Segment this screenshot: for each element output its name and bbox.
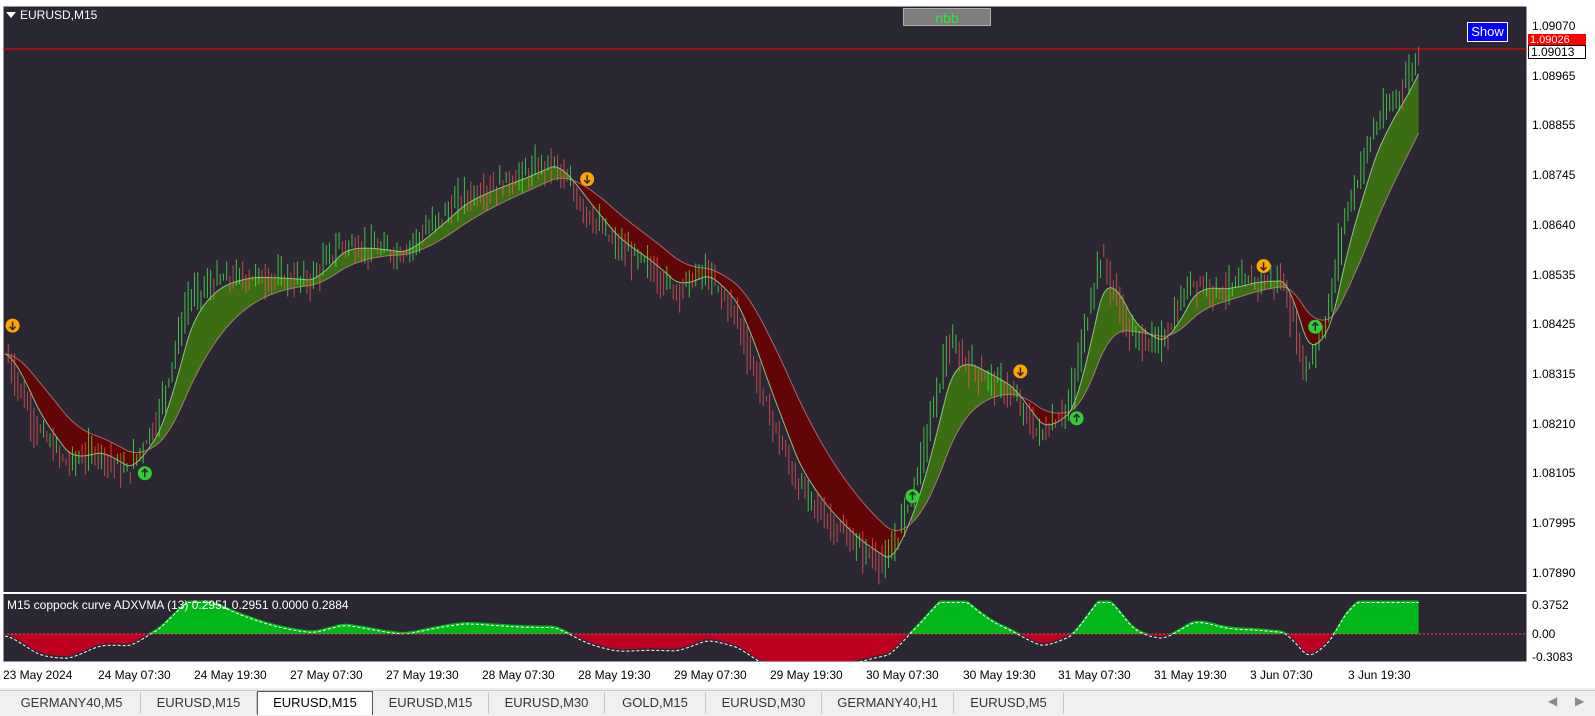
chart-tab[interactable]: EURUSD,M5 (954, 692, 1064, 714)
chart-tab-bar: GERMANY40,M5 EURUSD,M15 EURUSD,M15 EURUSD,M… (0, 690, 1595, 716)
time-tick-label: 28 May 19:30 (578, 668, 651, 682)
chart-tab[interactable]: EURUSD,M30 (489, 692, 605, 714)
time-tick-label: 28 May 07:30 (482, 668, 555, 682)
show-button[interactable]: Show (1467, 22, 1508, 42)
oscillator-tick-label: -0.3083 (1532, 650, 1573, 664)
time-tick-label: 29 May 19:30 (770, 668, 843, 682)
chart-tab[interactable]: EURUSD,M15 (373, 692, 489, 714)
time-tick-label: 31 May 07:30 (1058, 668, 1131, 682)
price-tick-label: 1.07995 (1532, 516, 1576, 530)
price-tick-label: 1.08535 (1532, 267, 1576, 282)
chart-tab[interactable]: EURUSD,M30 (706, 692, 822, 714)
trading-terminal: EURUSD,M15 ribb Show M15 coppock curve A… (0, 0, 1595, 716)
chart-tab[interactable]: EURUSD,M15 (141, 692, 257, 714)
time-tick-label: 24 May 19:30 (194, 668, 267, 682)
ask-price-label: 1.09013 (1528, 45, 1586, 59)
price-tick-label: 1.07890 (1532, 565, 1576, 580)
chart-tab[interactable]: GERMANY40,H1 (822, 692, 954, 714)
time-tick-label: 27 May 19:30 (386, 668, 459, 682)
chart-tab[interactable]: EURUSD,M15 (257, 691, 373, 715)
ribb-button[interactable]: ribb (903, 8, 991, 26)
oscillator-tick-label: 0.00 (1532, 627, 1556, 641)
price-tick-label: 1.08855 (1532, 118, 1576, 133)
chart-tab[interactable]: GOLD,M15 (605, 692, 706, 714)
tab-scroll-right-icon[interactable]: ▶ (1575, 694, 1584, 708)
time-tick-label: 30 May 07:30 (866, 668, 939, 682)
price-chart[interactable] (0, 0, 1595, 688)
price-tick-label: 1.08210 (1532, 416, 1576, 431)
time-tick-label: 3 Jun 19:30 (1348, 668, 1411, 682)
time-tick-label: 3 Jun 07:30 (1250, 668, 1313, 682)
chart-tab[interactable]: GERMANY40,M5 (3, 692, 141, 714)
time-tick-label: 23 May 2024 (3, 668, 73, 682)
chart-window[interactable]: EURUSD,M15 ribb Show M15 coppock curve A… (0, 0, 1595, 688)
symbol-text: EURUSD,M15 (20, 8, 98, 22)
price-tick-label: 1.08315 (1532, 366, 1576, 381)
price-tick-label: 1.08745 (1532, 168, 1576, 183)
price-tick-label: 1.08640 (1532, 217, 1576, 232)
time-tick-label: 24 May 07:30 (98, 668, 171, 682)
price-tick-label: 1.09070 (1532, 19, 1576, 33)
dropdown-triangle-icon[interactable] (6, 12, 16, 18)
price-tick-label: 1.08105 (1532, 466, 1576, 481)
time-tick-label: 31 May 19:30 (1154, 668, 1227, 682)
tab-scroll-left-icon[interactable]: ◀ (1548, 694, 1557, 708)
oscillator-tick-label: 0.3752 (1532, 598, 1569, 612)
indicator-label: M15 coppock curve ADXVMA (13) 0.2951 0.2… (7, 598, 349, 612)
price-tick-label: 1.08965 (1532, 68, 1576, 83)
time-tick-label: 29 May 07:30 (674, 668, 747, 682)
price-tick-label: 1.08425 (1532, 317, 1576, 332)
symbol-label[interactable]: EURUSD,M15 (6, 8, 97, 22)
time-tick-label: 30 May 19:30 (963, 668, 1036, 682)
time-tick-label: 27 May 07:30 (290, 668, 363, 682)
